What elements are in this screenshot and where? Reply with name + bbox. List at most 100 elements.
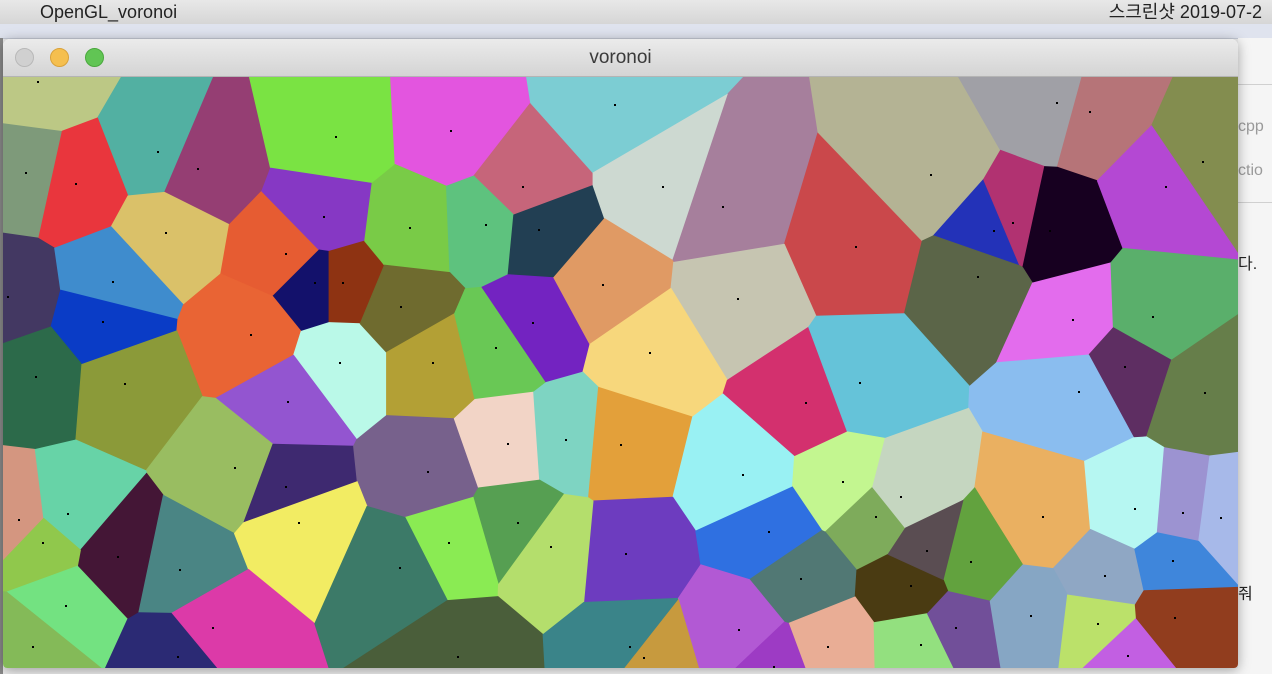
voronoi-seed-point [1089, 111, 1091, 113]
voronoi-seed-point [323, 216, 325, 218]
voronoi-seed-point [65, 605, 67, 607]
voronoi-seed-point [212, 627, 214, 629]
voronoi-seed-point [75, 183, 77, 185]
voronoi-seed-point [314, 282, 316, 284]
voronoi-seed-point [342, 282, 344, 284]
voronoi-seed-point [522, 186, 524, 188]
voronoi-seed-point [234, 467, 236, 469]
voronoi-seed-point [737, 298, 739, 300]
voronoi-seed-point [42, 542, 44, 544]
voronoi-seed-point [409, 227, 411, 229]
voronoi-seed-point [102, 321, 104, 323]
background-editor-panel: cpp ctio 다. 줘 [1238, 38, 1272, 674]
background-window-label: OpenGL_voronoi [40, 2, 178, 22]
voronoi-seed-point [859, 382, 861, 384]
minimize-button[interactable] [50, 48, 69, 67]
voronoi-seed-point [1097, 623, 1099, 625]
voronoi-seed-point [662, 186, 664, 188]
voronoi-seed-point [1182, 512, 1184, 514]
voronoi-seed-point [910, 585, 912, 587]
voronoi-cell [533, 371, 599, 499]
voronoi-seed-point [495, 347, 497, 349]
voronoi-seed-point [112, 281, 114, 283]
voronoi-seed-point [1049, 230, 1051, 232]
voronoi-seed-point [842, 481, 844, 483]
voronoi-seed-point [179, 569, 181, 571]
voronoi-seed-point [1202, 161, 1204, 163]
voronoi-seed-point [1127, 655, 1129, 657]
voronoi-seed-point [457, 656, 459, 658]
voronoi-seed-point [427, 471, 429, 473]
voronoi-seed-point [827, 646, 829, 648]
voronoi-seed-point [955, 627, 957, 629]
voronoi-seed-point [285, 486, 287, 488]
voronoi-seed-point [565, 439, 567, 441]
background-code-strip [480, 668, 1240, 674]
voronoi-seed-point [399, 567, 401, 569]
voronoi-seed-point [602, 284, 604, 286]
voronoi-seed-point [507, 443, 509, 445]
voronoi-seed-point [643, 657, 645, 659]
voronoi-canvas[interactable] [3, 77, 1238, 668]
close-button[interactable] [15, 48, 34, 67]
voronoi-seed-point [250, 334, 252, 336]
voronoi-seed-point [1134, 508, 1136, 510]
background-text-fragment: ctio [1238, 162, 1263, 179]
voronoi-seed-point [1152, 316, 1154, 318]
voronoi-seed-point [517, 522, 519, 524]
voronoi-seed-point [165, 232, 167, 234]
voronoi-seed-point [25, 172, 27, 174]
voronoi-seed-point [768, 531, 770, 533]
voronoi-seed-point [532, 322, 534, 324]
voronoi-seed-point [805, 402, 807, 404]
voronoi-seed-point [400, 306, 402, 308]
voronoi-seed-point [629, 646, 631, 648]
voronoi-seed-point [620, 444, 622, 446]
voronoi-seed-point [157, 151, 159, 153]
voronoi-seed-point [970, 561, 972, 563]
voronoi-seed-point [1124, 366, 1126, 368]
voronoi-seed-point [67, 513, 69, 515]
voronoi-seed-point [35, 376, 37, 378]
voronoi-seed-point [800, 578, 802, 580]
voronoi-seed-point [722, 206, 724, 208]
voronoi-seed-point [1172, 560, 1174, 562]
background-text-fragment: cpp [1238, 118, 1264, 135]
voronoi-seed-point [1220, 517, 1222, 519]
background-toolbar [0, 24, 1272, 39]
voronoi-seed-point [614, 104, 616, 106]
background-menubar: OpenGL_voronoi 스크린샷 2019-07-2 [0, 0, 1272, 25]
voronoi-seed-point [1042, 516, 1044, 518]
voronoi-seed-point [197, 168, 199, 170]
voronoi-seed-point [773, 666, 775, 668]
voronoi-seed-point [875, 516, 877, 518]
voronoi-seed-point [339, 362, 341, 364]
voronoi-seed-point [993, 230, 995, 232]
voronoi-seed-point [177, 656, 179, 658]
voronoi-seed-point [1204, 392, 1206, 394]
voronoi-seed-point [117, 556, 119, 558]
voronoi-seed-point [1078, 391, 1080, 393]
background-text-fragment: 다. [1238, 256, 1258, 273]
voronoi-seed-point [18, 519, 20, 521]
voronoi-seed-point [920, 644, 922, 646]
voronoi-seed-point [1056, 102, 1058, 104]
voronoi-seed-point [1012, 222, 1014, 224]
voronoi-seed-point [538, 229, 540, 231]
window-title: voronoi [589, 47, 652, 68]
window-titlebar[interactable]: voronoi [3, 39, 1238, 77]
voronoi-window: voronoi [3, 39, 1238, 668]
voronoi-seed-point [1165, 186, 1167, 188]
voronoi-seed-point [1174, 617, 1176, 619]
voronoi-cell [248, 77, 396, 184]
voronoi-cell [583, 496, 702, 603]
zoom-button[interactable] [85, 48, 104, 67]
voronoi-seed-point [285, 253, 287, 255]
voronoi-seed-point [900, 496, 902, 498]
voronoi-seed-point [7, 296, 9, 298]
voronoi-seed-point [298, 522, 300, 524]
background-text-fragment: 줘 [1238, 586, 1253, 603]
voronoi-seed-point [287, 401, 289, 403]
voronoi-seed-point [738, 629, 740, 631]
voronoi-seed-point [485, 224, 487, 226]
